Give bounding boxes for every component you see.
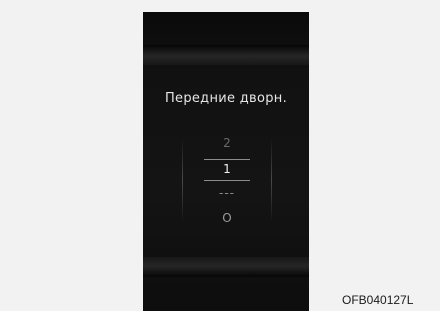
selector-left-bracket xyxy=(182,138,183,222)
cluster-display: Передние дворн. 2 1 --- O xyxy=(143,12,309,311)
selection-line-bottom xyxy=(204,180,250,181)
display-bottom-band xyxy=(143,257,309,277)
option-upper[interactable]: 2 xyxy=(182,136,272,150)
option-middle[interactable]: --- xyxy=(182,186,272,200)
selection-line-top xyxy=(204,159,250,160)
option-selected[interactable]: 1 xyxy=(182,162,272,176)
display-top-band xyxy=(143,45,309,65)
wiper-mode-selector[interactable]: 2 1 --- O xyxy=(182,134,272,226)
figure-page: Передние дворн. 2 1 --- O OFB040127L xyxy=(0,0,440,311)
option-lower[interactable]: O xyxy=(182,211,272,225)
selector-right-bracket xyxy=(271,138,272,222)
menu-title: Передние дворн. xyxy=(164,91,288,106)
figure-code: OFB040127L xyxy=(342,293,414,307)
